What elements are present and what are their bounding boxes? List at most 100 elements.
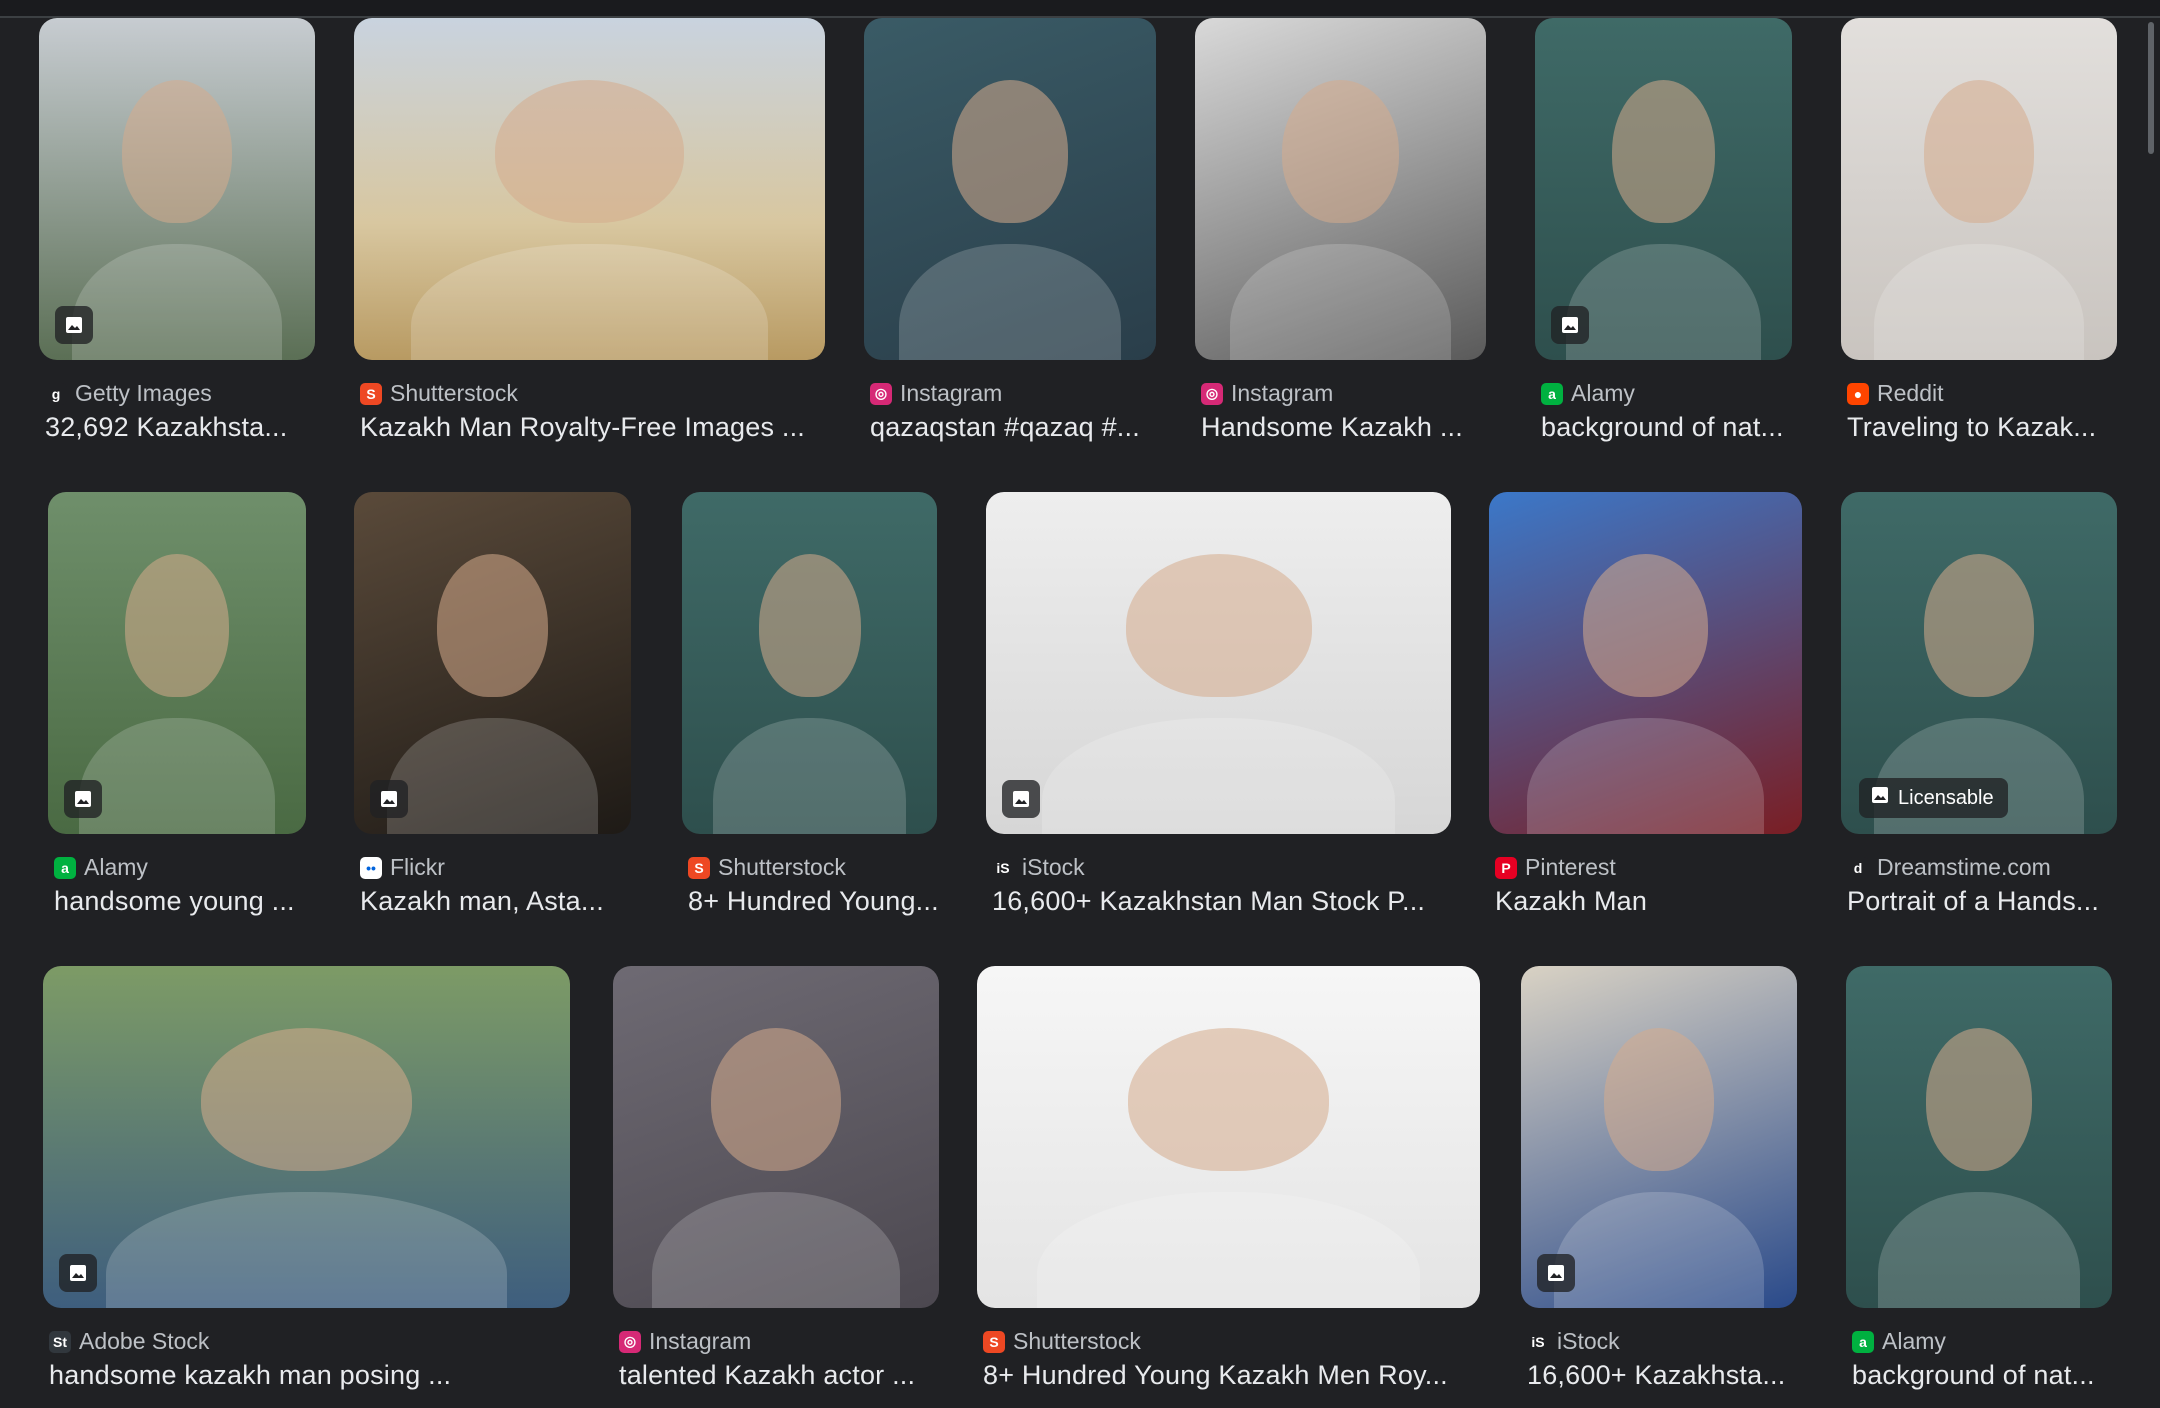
result-source-name: Instagram [649, 1328, 752, 1354]
result-thumbnail[interactable] [1535, 18, 1792, 360]
image-result-card[interactable]: a Alamy background of nat... [1846, 966, 2112, 1408]
result-title[interactable]: Kazakh Man Royalty-Free Images ... [360, 412, 831, 443]
flickr-icon: •• [360, 856, 382, 879]
image-result-card[interactable]: St Adobe Stock handsome kazakh man posing … [43, 966, 570, 1408]
result-thumbnail[interactable] [864, 18, 1156, 360]
result-source[interactable]: d Dreamstime.com [1847, 854, 2051, 881]
alamy-icon: a [1852, 1330, 1874, 1353]
result-source[interactable]: ● Reddit [1847, 380, 1943, 407]
image-badge-icon [1551, 306, 1589, 344]
alamy-icon: a [1541, 382, 1563, 405]
result-title[interactable]: background of nat... [1541, 412, 1798, 443]
result-source-name: Alamy [84, 854, 148, 880]
result-thumbnail[interactable] [1846, 966, 2112, 1308]
image-result-card[interactable]: P Pinterest Kazakh Man [1489, 492, 1802, 934]
result-thumbnail[interactable] [354, 18, 825, 360]
result-source[interactable]: iS iStock [1527, 1328, 1620, 1355]
result-source[interactable]: a Alamy [1852, 1328, 1946, 1355]
result-thumbnail[interactable] [48, 492, 306, 834]
result-source[interactable]: S Shutterstock [688, 854, 846, 881]
result-thumbnail[interactable] [1195, 18, 1486, 360]
result-source[interactable]: P Pinterest [1495, 854, 1616, 881]
result-source-name: Shutterstock [718, 854, 846, 880]
result-title[interactable]: Kazakh man, Asta... [360, 886, 637, 917]
image-result-card[interactable]: ◎ Instagram talented Kazakh actor ... [613, 966, 939, 1408]
result-thumbnail[interactable] [682, 492, 937, 834]
image-result-card[interactable]: Licensable d Dreamstime.com Portrait of a H… [1841, 492, 2117, 934]
result-source-name: Shutterstock [390, 380, 518, 406]
instagram-icon: ◎ [619, 1330, 641, 1353]
result-source[interactable]: ◎ Instagram [1201, 380, 1333, 407]
image-result-card[interactable]: •• Flickr Kazakh man, Asta... [354, 492, 631, 934]
result-source-name: Alamy [1571, 380, 1635, 406]
result-title[interactable]: Handsome Kazakh ... [1201, 412, 1492, 443]
result-source[interactable]: S Shutterstock [360, 380, 518, 407]
result-title[interactable]: Traveling to Kazak... [1847, 412, 2123, 443]
result-title[interactable]: 32,692 Kazakhsta... [45, 412, 321, 443]
image-badge-icon [1537, 1254, 1575, 1292]
result-source-name: Flickr [390, 854, 445, 880]
shutterstock-icon: S [360, 382, 382, 405]
pinterest-icon: P [1495, 856, 1517, 879]
result-title[interactable]: 16,600+ Kazakhsta... [1527, 1360, 1803, 1391]
istock-icon: iS [1527, 1330, 1549, 1353]
result-source-name: Instagram [900, 380, 1003, 406]
result-title[interactable]: 8+ Hundred Young... [688, 886, 943, 917]
result-source-name: iStock [1022, 854, 1085, 880]
instagram-icon: ◎ [1201, 382, 1223, 405]
image-badge-icon [55, 306, 93, 344]
image-result-card[interactable]: iS iStock 16,600+ Kazakhstan Man Stock P..… [986, 492, 1451, 934]
dreamstime-icon: d [1847, 856, 1869, 879]
result-thumbnail[interactable] [986, 492, 1451, 834]
result-source[interactable]: g Getty Images [45, 380, 212, 407]
result-source-name: Reddit [1877, 380, 1944, 406]
result-title[interactable]: handsome young ... [54, 886, 312, 917]
image-result-card[interactable]: a Alamy background of nat... [1535, 18, 1792, 460]
result-title[interactable]: Portrait of a Hands... [1847, 886, 2123, 917]
result-thumbnail[interactable]: Licensable [1841, 492, 2117, 834]
result-source-name: Pinterest [1525, 854, 1616, 880]
result-source[interactable]: a Alamy [1541, 380, 1635, 407]
result-source-name: iStock [1557, 1328, 1620, 1354]
result-source[interactable]: S Shutterstock [983, 1328, 1141, 1355]
result-title[interactable]: handsome kazakh man posing ... [49, 1360, 576, 1391]
result-source[interactable]: iS iStock [992, 854, 1085, 881]
image-result-card[interactable]: ● Reddit Traveling to Kazak... [1841, 18, 2117, 460]
result-thumbnail[interactable] [39, 18, 315, 360]
result-source[interactable]: a Alamy [54, 854, 148, 881]
result-title[interactable]: qazaqstan #qazaq #... [870, 412, 1162, 443]
result-thumbnail[interactable] [43, 966, 570, 1308]
result-title[interactable]: talented Kazakh actor ... [619, 1360, 945, 1391]
image-badge-icon [1002, 780, 1040, 818]
result-thumbnail[interactable] [1521, 966, 1797, 1308]
result-source[interactable]: •• Flickr [360, 854, 445, 881]
image-results-grid: g Getty Images 32,692 Kazakhsta... S Shutter… [0, 0, 2160, 1408]
image-result-card[interactable]: iS iStock 16,600+ Kazakhsta... [1521, 966, 1797, 1408]
image-result-card[interactable]: S Shutterstock 8+ Hundred Young Kazakh Men… [977, 966, 1480, 1408]
result-thumbnail[interactable] [354, 492, 631, 834]
image-result-card[interactable]: a Alamy handsome young ... [48, 492, 306, 934]
result-source[interactable]: ◎ Instagram [619, 1328, 751, 1355]
result-thumbnail[interactable] [1841, 18, 2117, 360]
result-thumbnail[interactable] [1489, 492, 1802, 834]
image-result-card[interactable]: S Shutterstock 8+ Hundred Young... [682, 492, 939, 934]
licensable-label: Licensable [1898, 786, 1994, 809]
result-thumbnail[interactable] [977, 966, 1480, 1308]
result-source[interactable]: St Adobe Stock [49, 1328, 209, 1355]
licensable-badge: Licensable [1859, 778, 2008, 818]
image-result-card[interactable]: S Shutterstock Kazakh Man Royalty-Free Ima… [354, 18, 825, 460]
reddit-icon: ● [1847, 382, 1869, 405]
result-source[interactable]: ◎ Instagram [870, 380, 1002, 407]
istock-icon: iS [992, 856, 1014, 879]
image-result-card[interactable]: g Getty Images 32,692 Kazakhsta... [39, 18, 315, 460]
result-title[interactable]: background of nat... [1852, 1360, 2118, 1391]
image-result-card[interactable]: ◎ Instagram Handsome Kazakh ... [1195, 18, 1486, 460]
adobe-stock-icon: St [49, 1330, 71, 1353]
result-source-name: Shutterstock [1013, 1328, 1141, 1354]
result-title[interactable]: 16,600+ Kazakhstan Man Stock P... [992, 886, 1457, 917]
image-result-card[interactable]: ◎ Instagram qazaqstan #qazaq #... [864, 18, 1156, 460]
shutterstock-icon: S [983, 1330, 1005, 1353]
result-title[interactable]: 8+ Hundred Young Kazakh Men Roy... [983, 1360, 1486, 1391]
result-title[interactable]: Kazakh Man [1495, 886, 1808, 917]
result-thumbnail[interactable] [613, 966, 939, 1308]
